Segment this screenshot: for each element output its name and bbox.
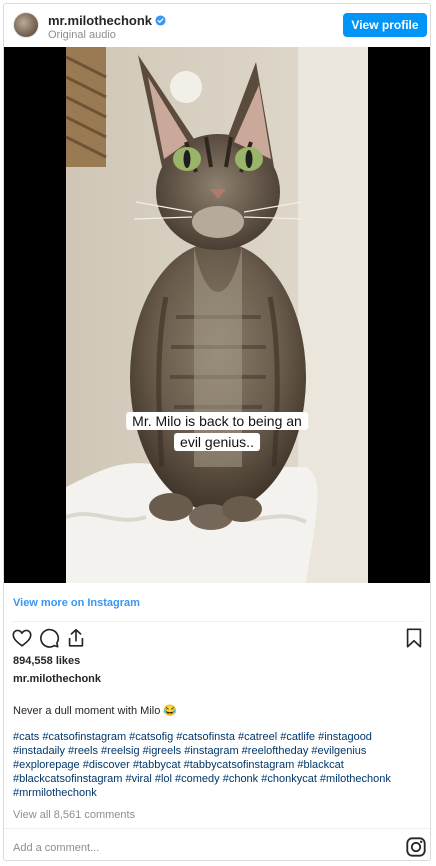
view-more-link[interactable]: View more on Instagram xyxy=(13,597,140,609)
bookmark-icon[interactable] xyxy=(403,627,425,649)
video-caption-line2: evil genius.. xyxy=(174,433,260,451)
username-link[interactable]: mr.milothechonk xyxy=(48,13,152,28)
share-icon[interactable] xyxy=(65,627,87,649)
video-frame: Mr. Milo is back to being an evil genius… xyxy=(66,47,368,583)
heart-icon[interactable] xyxy=(11,627,33,649)
hashtags[interactable]: #cats #catsofinstagram #catsofig #catsof… xyxy=(13,730,425,800)
username-row: mr.milothechonk xyxy=(48,13,166,28)
instagram-icon[interactable] xyxy=(405,836,427,858)
caption-username[interactable]: mr.milothechonk xyxy=(13,673,101,685)
cat-image xyxy=(66,47,368,583)
likes-count[interactable]: 894,558 likes xyxy=(13,655,80,667)
video-player[interactable]: Mr. Milo is back to being an evil genius… xyxy=(4,47,430,583)
action-bar xyxy=(4,624,430,652)
view-comments-link[interactable]: View all 8,561 comments xyxy=(13,809,135,821)
audio-label[interactable]: Original audio xyxy=(48,29,116,41)
avatar[interactable] xyxy=(13,12,39,38)
instagram-embed-card: mr.milothechonk Original audio View prof… xyxy=(3,3,431,861)
video-caption-line1: Mr. Milo is back to being an xyxy=(126,412,308,430)
post-header: mr.milothechonk Original audio View prof… xyxy=(4,4,430,47)
divider xyxy=(13,621,423,622)
comment-icon[interactable] xyxy=(38,627,60,649)
add-comment-input[interactable]: Add a comment... xyxy=(13,842,99,854)
verified-badge-icon xyxy=(155,15,166,26)
divider xyxy=(4,828,430,829)
view-profile-button[interactable]: View profile xyxy=(343,13,427,37)
caption-text: Never a dull moment with Milo 😂 xyxy=(13,705,178,717)
